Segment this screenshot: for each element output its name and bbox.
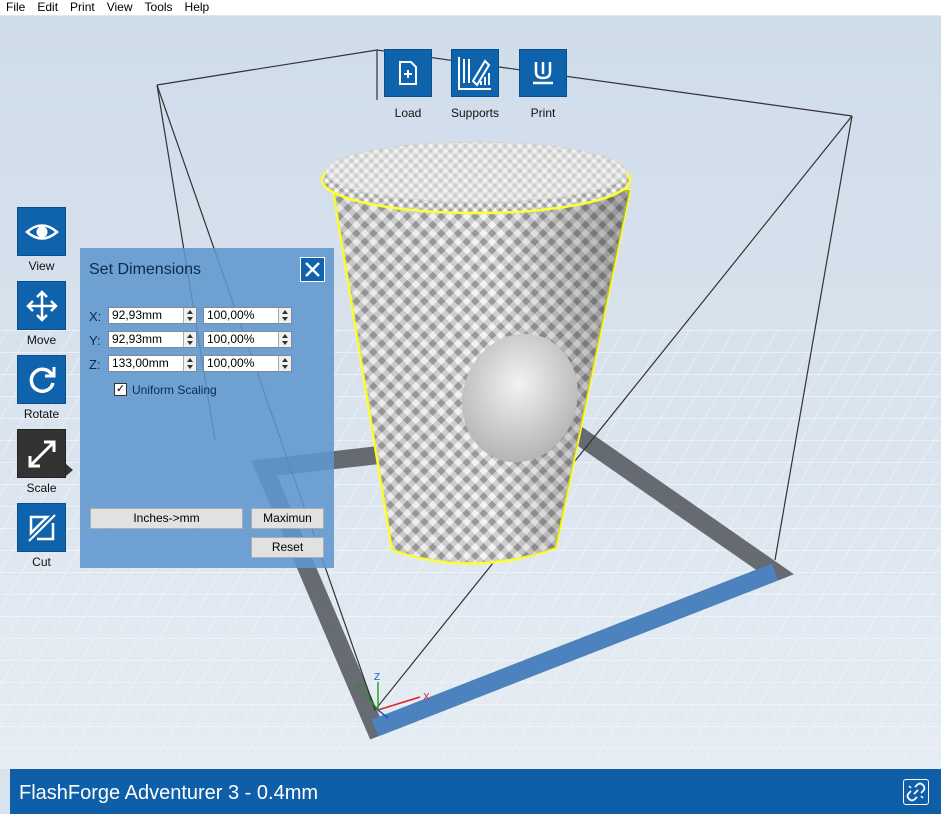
z-percent-value: 100,00%	[207, 356, 255, 370]
y-label: Y:	[89, 333, 101, 348]
load-button[interactable]	[384, 49, 432, 97]
z-mm-field[interactable]: 133,00mm	[108, 355, 197, 372]
menu-view[interactable]: View	[101, 0, 139, 15]
z-percent-spinner[interactable]	[278, 356, 291, 371]
rotate-tool-button[interactable]	[17, 355, 66, 404]
menu-edit[interactable]: Edit	[31, 0, 64, 15]
inches-to-mm-button[interactable]: Inches->mm	[90, 508, 243, 529]
connection-button[interactable]	[903, 779, 929, 805]
set-dimensions-panel: Set Dimensions X: 92,93mm 100,00% Y: 92,…	[80, 248, 334, 568]
supports-button[interactable]	[451, 49, 499, 97]
move-arrows-icon	[25, 289, 58, 322]
y-percent-field[interactable]: 100,00%	[203, 331, 292, 348]
z-mm-value: 133,00mm	[112, 356, 169, 370]
menu-help[interactable]: Help	[179, 0, 216, 15]
view-tool-label: View	[28, 259, 55, 273]
axis-x-label: X	[423, 692, 430, 703]
scale-diagonal-icon	[28, 440, 55, 467]
move-tool-button[interactable]	[17, 281, 66, 330]
axis-z-label: Z	[374, 672, 380, 683]
print-nozzle-icon	[533, 62, 553, 85]
printer-name: FlashForge Adventurer 3 - 0.4mm	[19, 782, 319, 804]
z-percent-field[interactable]: 100,00%	[203, 355, 292, 372]
menu-tools[interactable]: Tools	[139, 0, 179, 15]
axis-y-label: Y	[355, 682, 362, 693]
print-label: Print	[530, 106, 556, 120]
uniform-scaling-checkbox[interactable]: ✓	[114, 383, 127, 396]
cut-tool-label: Cut	[32, 555, 51, 569]
uniform-scaling-label: Uniform Scaling	[132, 383, 217, 397]
move-tool-label: Move	[26, 333, 57, 347]
cut-tool-button[interactable]	[17, 503, 66, 552]
x-percent-value: 100,00%	[207, 308, 255, 322]
x-label: X:	[89, 309, 102, 324]
y-percent-spinner[interactable]	[278, 332, 291, 347]
close-icon	[305, 262, 320, 277]
x-percent-spinner[interactable]	[278, 308, 291, 323]
y-mm-field[interactable]: 92,93mm	[108, 331, 197, 348]
link-icon	[906, 782, 926, 802]
z-label: Z:	[89, 357, 101, 372]
supports-icon	[458, 57, 491, 90]
status-bar: FlashForge Adventurer 3 - 0.4mm	[10, 769, 941, 814]
load-file-icon	[399, 61, 417, 85]
y-percent-value: 100,00%	[207, 332, 255, 346]
view-tool-button[interactable]	[17, 207, 66, 256]
eye-icon	[24, 223, 59, 240]
scale-tool-button[interactable]	[17, 429, 66, 478]
menu-bar: File Edit Print View Tools Help	[0, 0, 941, 16]
panel-title: Set Dimensions	[89, 261, 202, 278]
x-mm-value: 92,93mm	[112, 308, 163, 322]
x-mm-field[interactable]: 92,93mm	[108, 307, 197, 324]
maximum-button[interactable]: Maximun	[251, 508, 324, 529]
menu-print[interactable]: Print	[64, 0, 101, 15]
3d-viewport[interactable]: Z X Y Load Supports Print View Move Rota…	[0, 16, 941, 769]
z-mm-spinner[interactable]	[183, 356, 196, 371]
active-tool-pointer	[66, 464, 73, 476]
reset-button[interactable]: Reset	[251, 537, 324, 558]
rotate-icon	[29, 366, 55, 393]
cut-icon	[27, 513, 56, 542]
scale-tool-label: Scale	[26, 481, 57, 495]
menu-file[interactable]: File	[0, 0, 31, 15]
x-percent-field[interactable]: 100,00%	[203, 307, 292, 324]
rotate-tool-label: Rotate	[23, 407, 60, 421]
y-mm-value: 92,93mm	[112, 332, 163, 346]
close-button[interactable]	[300, 257, 325, 282]
print-button[interactable]	[519, 49, 567, 97]
x-mm-spinner[interactable]	[183, 308, 196, 323]
y-mm-spinner[interactable]	[183, 332, 196, 347]
